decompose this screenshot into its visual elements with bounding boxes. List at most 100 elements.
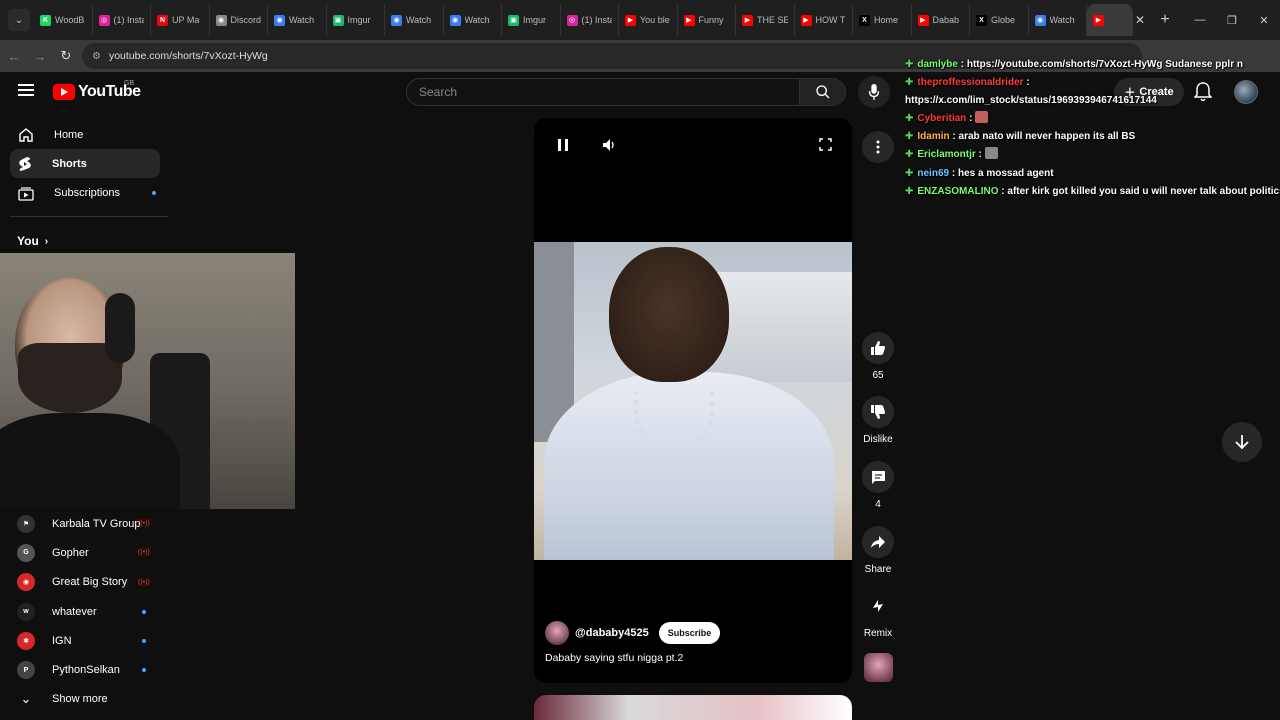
chat-username: Cyberitian xyxy=(917,113,967,125)
sidebar-item-shorts[interactable]: Shorts xyxy=(10,149,160,178)
video-title[interactable]: Dababy saying stfu nigga pt.2 xyxy=(545,652,683,664)
chat-username: damlybe xyxy=(917,59,958,70)
shorts-player[interactable]: @dababy4525 Subscribe Dababy saying stfu… xyxy=(534,118,852,683)
channel-avatar[interactable] xyxy=(545,621,569,645)
stream-chat-overlay: ✚ damlybe : https://youtube.com/shorts/7v… xyxy=(905,56,1280,201)
arrow-down-icon xyxy=(1235,435,1249,450)
sidebar: Home Shorts Subscriptions xyxy=(0,120,170,207)
browser-tab[interactable]: ▶ You ble xyxy=(619,4,678,36)
subscription-item[interactable]: ⚑ Karbala TV Group ((•)) xyxy=(0,509,170,538)
tab-favicon-icon: ▶ xyxy=(625,14,636,26)
site-info-icon[interactable]: ⚙ xyxy=(92,51,101,62)
chat-message: https://x.com/lim_stock/status/196939394… xyxy=(905,92,1280,110)
menu-icon[interactable] xyxy=(18,84,34,96)
subscription-item[interactable]: w whatever xyxy=(0,597,170,626)
close-window-icon[interactable]: ✕ xyxy=(1248,14,1280,27)
chat-text: arab nato will never happen its all BS xyxy=(958,131,1136,143)
tab-favicon-icon: ◎ xyxy=(566,14,578,26)
youtube-favicon-icon: ▶ xyxy=(1093,14,1104,26)
pause-button[interactable] xyxy=(557,138,569,157)
browser-tab[interactable]: ◎ (1) Insta xyxy=(93,4,151,36)
more-vertical-icon xyxy=(876,140,880,154)
audio-source-thumbnail[interactable] xyxy=(864,653,893,682)
tab-favicon-icon: ▣ xyxy=(508,14,519,26)
share-button[interactable] xyxy=(862,526,894,558)
chat-message: ✚ nein69 : hes a mossad agent xyxy=(905,165,1280,183)
chat-username: Ericlamontjr xyxy=(917,149,976,161)
dislike-label: Dislike xyxy=(863,434,893,445)
subscription-item[interactable]: ✱ IGN xyxy=(0,626,170,655)
chat-separator: : xyxy=(975,149,985,161)
sidebar-item-home[interactable]: Home xyxy=(10,120,160,149)
tab-search-button[interactable]: ⌄ xyxy=(8,9,30,31)
browser-tab[interactable]: ◉ Watch xyxy=(1029,4,1087,36)
volume-icon xyxy=(603,139,614,151)
browser-tab[interactable]: N UP Ma xyxy=(151,4,210,36)
browser-tab[interactable]: ◉ Discord xyxy=(210,4,268,36)
sidebar-divider xyxy=(10,216,168,217)
tab-favicon-icon: ◉ xyxy=(449,14,461,26)
channel-row: @dababy4525 Subscribe xyxy=(545,621,721,645)
comments-button[interactable] xyxy=(862,461,894,493)
browser-tab[interactable]: ▣ Imgur xyxy=(327,4,385,36)
next-short-preview[interactable] xyxy=(534,695,852,720)
tab-active[interactable]: ▶ xyxy=(1087,4,1133,36)
browser-tab[interactable]: ▶ Dabab xyxy=(912,4,970,36)
show-more-button[interactable]: ⌄ Show more xyxy=(0,685,170,714)
tab-label: (1) Insta xyxy=(113,15,145,25)
youtube-play-icon xyxy=(53,84,75,100)
browser-tab[interactable]: ▶ HOW T xyxy=(795,4,853,36)
minimize-icon[interactable]: — xyxy=(1184,14,1216,26)
new-tab-button[interactable]: + xyxy=(1153,11,1177,29)
back-icon[interactable]: ← xyxy=(2,49,26,64)
sidebar-nav: Home Shorts Subscriptions xyxy=(0,120,170,207)
browser-tab[interactable]: ▶ THE SE xyxy=(736,4,795,36)
sidebar-item-subscriptions[interactable]: Subscriptions xyxy=(10,178,160,207)
tab-label: Watch xyxy=(464,15,490,25)
browser-tab[interactable]: ◎ (1) Insta xyxy=(561,4,619,36)
next-video-button[interactable] xyxy=(1222,422,1262,462)
youtube-logo[interactable]: YouTube GB xyxy=(53,80,141,101)
browser-tab[interactable]: ◉ Watch xyxy=(268,4,327,36)
fullscreen-button[interactable] xyxy=(819,138,832,156)
subscription-item[interactable]: G Gopher ((•)) xyxy=(0,538,170,567)
subscription-item[interactable]: P PythonSelkan xyxy=(0,655,170,684)
chat-username: ENZASOMALINO xyxy=(917,185,999,197)
browser-tab[interactable]: X Globe xyxy=(970,4,1029,36)
tab-label: Watch xyxy=(289,15,315,25)
browser-tab[interactable]: K WoodB xyxy=(34,4,93,36)
chat-separator: : xyxy=(949,131,959,143)
browser-tab[interactable]: ◉ Watch xyxy=(385,4,444,36)
more-options-button[interactable] xyxy=(862,131,894,163)
region-code: GB xyxy=(124,80,135,87)
subscribe-button[interactable]: Subscribe xyxy=(658,622,721,644)
search-input[interactable] xyxy=(406,78,800,106)
browser-tab[interactable]: ▶ Funny xyxy=(678,4,736,36)
close-tab-icon[interactable]: ✕ xyxy=(1133,13,1147,27)
forward-icon[interactable]: → xyxy=(28,49,52,64)
comment-icon xyxy=(871,470,885,484)
browser-tab[interactable]: X Home xyxy=(853,4,912,36)
search-button[interactable] xyxy=(800,78,846,106)
chat-separator: : xyxy=(1023,77,1030,89)
sidebar-you-section[interactable]: You › xyxy=(17,234,48,248)
chat-badge-icon: ✚ xyxy=(905,131,914,143)
like-button[interactable] xyxy=(862,332,894,364)
remix-label: Remix xyxy=(863,628,893,639)
search-bar xyxy=(406,78,846,106)
reload-icon[interactable]: ↻ xyxy=(54,48,78,64)
browser-tab[interactable]: ◉ Watch xyxy=(444,4,502,36)
dislike-button[interactable] xyxy=(862,396,894,428)
subscription-name: Great Big Story xyxy=(52,576,128,589)
volume-button[interactable] xyxy=(602,138,616,157)
channel-handle[interactable]: @dababy4525 xyxy=(575,627,649,639)
browser-tab[interactable]: ▣ Imgur xyxy=(502,4,561,36)
tab-favicon-icon: ▶ xyxy=(742,14,753,26)
remix-button[interactable] xyxy=(862,590,894,622)
tab-favicon-icon: ◉ xyxy=(274,14,285,26)
video-frame[interactable] xyxy=(534,242,852,560)
tab-favicon-icon: X xyxy=(859,14,870,26)
subscription-item[interactable]: ◉ Great Big Story ((•)) xyxy=(0,568,170,597)
restore-icon[interactable]: ❐ xyxy=(1216,14,1248,27)
voice-search-button[interactable] xyxy=(858,76,890,108)
